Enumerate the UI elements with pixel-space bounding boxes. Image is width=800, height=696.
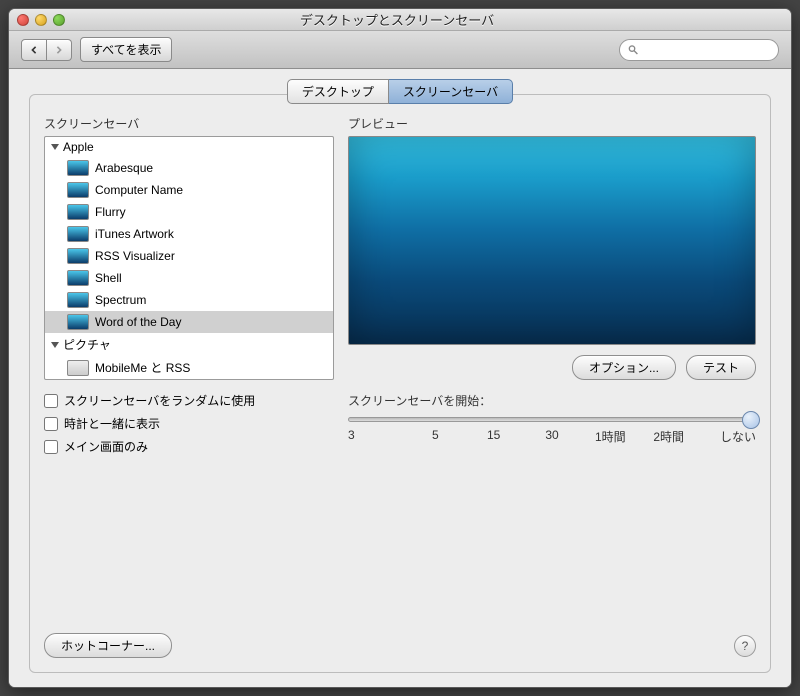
titlebar[interactable]: デスクトップとスクリーンセーバ: [9, 9, 791, 31]
list-item[interactable]: iTunes Artwork: [45, 223, 333, 245]
slider-track: [348, 417, 756, 422]
close-icon[interactable]: [17, 14, 29, 26]
help-icon: ?: [742, 639, 749, 653]
list-item[interactable]: MobileMe と RSS: [45, 356, 333, 379]
help-button[interactable]: ?: [734, 635, 756, 657]
toolbar: すべてを表示: [9, 31, 791, 69]
zoom-icon[interactable]: [53, 14, 65, 26]
screensaver-list-label: スクリーンセーバ: [44, 115, 334, 132]
tab-screensaver[interactable]: スクリーンセーバ: [389, 79, 513, 104]
preview-area: [348, 136, 756, 345]
tab-bar: デスクトップ スクリーンセーバ: [29, 79, 771, 104]
minimize-icon[interactable]: [35, 14, 47, 26]
disclosure-triangle-icon: [51, 144, 59, 150]
screensaver-thumb-icon: [67, 204, 89, 220]
list-item[interactable]: RSS Visualizer: [45, 245, 333, 267]
traffic-lights: [17, 14, 65, 26]
chevron-left-icon: [30, 46, 38, 54]
show-all-button[interactable]: すべてを表示: [80, 37, 172, 62]
chevron-right-icon: [55, 46, 63, 54]
screensaver-thumb-icon: [67, 160, 89, 176]
search-icon: [628, 44, 639, 56]
slider-label: スクリーンセーバを開始：: [348, 392, 756, 409]
main-display-checkbox[interactable]: メイン画面のみ: [44, 438, 334, 455]
content: デスクトップ スクリーンセーバ スクリーンセーバ Apple Arabesque…: [9, 69, 791, 687]
group-apple[interactable]: Apple: [45, 137, 333, 157]
screensaver-thumb-icon: [67, 360, 89, 376]
list-item[interactable]: Spectrum: [45, 289, 333, 311]
clock-checkbox[interactable]: 時計と一緒に表示: [44, 415, 334, 432]
screensaver-thumb-icon: [67, 182, 89, 198]
list-item[interactable]: Flurry: [45, 201, 333, 223]
back-button[interactable]: [21, 39, 47, 61]
screensaver-thumb-icon: [67, 270, 89, 286]
slider-thumb[interactable]: [742, 411, 760, 429]
screensaver-thumb-icon: [67, 292, 89, 308]
list-item[interactable]: Computer Name: [45, 179, 333, 201]
panel: スクリーンセーバ Apple Arabesque Computer Name F…: [29, 94, 771, 673]
group-label: ピクチャ: [63, 336, 111, 353]
random-checkbox[interactable]: スクリーンセーバをランダムに使用: [44, 392, 334, 409]
screensaver-thumb-icon: [67, 248, 89, 264]
list-item[interactable]: Arabesque: [45, 157, 333, 179]
preview-label: プレビュー: [348, 115, 756, 132]
search-field[interactable]: [619, 39, 779, 61]
list-item[interactable]: Shell: [45, 267, 333, 289]
tab-desktop[interactable]: デスクトップ: [287, 79, 389, 104]
start-slider[interactable]: [348, 417, 756, 422]
group-pictures[interactable]: ピクチャ: [45, 333, 333, 356]
disclosure-triangle-icon: [51, 342, 59, 348]
group-label: Apple: [63, 140, 94, 154]
hot-corners-button[interactable]: ホットコーナー...: [44, 633, 172, 658]
list-item[interactable]: Word of the Day: [45, 311, 333, 333]
screensaver-list[interactable]: Apple Arabesque Computer Name Flurry iTu…: [44, 136, 334, 380]
search-input[interactable]: [643, 43, 770, 57]
test-button[interactable]: テスト: [686, 355, 756, 380]
nav-buttons: [21, 39, 72, 61]
window-title: デスクトップとスクリーンセーバ: [65, 10, 729, 29]
screensaver-thumb-icon: [67, 314, 89, 330]
forward-button[interactable]: [47, 39, 72, 61]
slider-tick-labels: 3 5 15 30 1時間 2時間 しない: [348, 428, 756, 445]
prefs-window: デスクトップとスクリーンセーバ すべてを表示 デスクトップ スクリーンセーバ ス…: [8, 8, 792, 688]
options-button[interactable]: オプション...: [572, 355, 676, 380]
screensaver-thumb-icon: [67, 226, 89, 242]
checkbox-group: スクリーンセーバをランダムに使用 時計と一緒に表示 メイン画面のみ: [44, 392, 334, 455]
